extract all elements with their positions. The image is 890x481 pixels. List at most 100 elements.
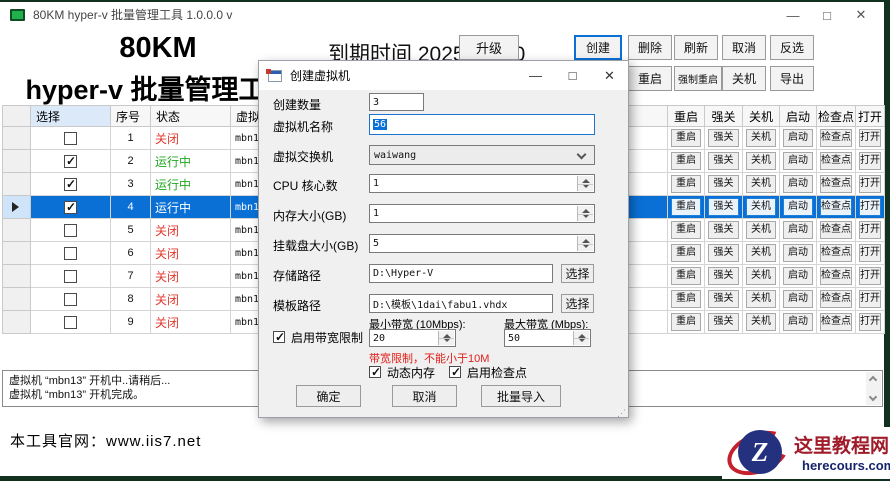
row-restart-button[interactable]: 重启 <box>671 198 701 216</box>
row-restart-button[interactable]: 重启 <box>671 129 701 147</box>
row-checkbox[interactable] <box>64 270 77 284</box>
row-force-off-button[interactable]: 强关 <box>708 152 739 170</box>
disk-stepper[interactable]: 5 <box>369 234 595 253</box>
row-header-cell[interactable] <box>2 218 31 242</box>
dynamic-memory-checkbox[interactable]: 动态内存 <box>369 365 435 380</box>
scroll-down-icon[interactable] <box>868 392 878 402</box>
row-open-button[interactable]: 打开 <box>859 175 881 193</box>
row-open-button[interactable]: 打开 <box>859 267 881 285</box>
row-open-button[interactable]: 打开 <box>859 129 881 147</box>
row-open-button[interactable]: 打开 <box>859 152 881 170</box>
cpu-stepper[interactable]: 1 <box>369 174 595 193</box>
row-force-off-button[interactable]: 强关 <box>708 129 739 147</box>
checkpoint-column-header[interactable]: 检查点 <box>816 105 856 127</box>
restart-button[interactable]: 重启 <box>628 66 672 91</box>
memory-stepper[interactable]: 1 <box>369 204 595 223</box>
row-header-cell[interactable] <box>2 241 31 265</box>
row-checkpoint-button[interactable]: 检查点 <box>820 244 852 262</box>
virtual-switch-select[interactable]: waiwang <box>369 145 595 165</box>
bandwidth-limit-checkbox[interactable]: 启用带宽限制 <box>273 330 363 345</box>
row-force-off-button[interactable]: 强关 <box>708 267 739 285</box>
status-column-header[interactable]: 状态 <box>150 105 231 127</box>
row-force-off-button[interactable]: 强关 <box>708 313 739 331</box>
row-open-button[interactable]: 打开 <box>859 244 881 262</box>
row-restart-button[interactable]: 重启 <box>671 152 701 170</box>
template-browse-button[interactable]: 选择 <box>561 294 594 313</box>
row-shutdown-button[interactable]: 关机 <box>746 175 776 193</box>
row-checkbox[interactable] <box>64 247 77 261</box>
row-start-button[interactable]: 启动 <box>783 129 813 147</box>
row-header-cell[interactable] <box>2 126 31 150</box>
template-path-input[interactable]: D:\模板\1dai\fabu1.vhdx <box>369 294 553 313</box>
row-restart-button[interactable]: 重启 <box>671 267 701 285</box>
invert-selection-button[interactable]: 反选 <box>770 35 814 60</box>
row-open-button[interactable]: 打开 <box>859 221 881 239</box>
disk-spinner-buttons[interactable] <box>577 236 593 251</box>
row-shutdown-button[interactable]: 关机 <box>746 129 776 147</box>
row-checkpoint-button[interactable]: 检查点 <box>820 152 852 170</box>
min-bandwidth-stepper[interactable]: 20 <box>369 329 456 347</box>
row-shutdown-button[interactable]: 关机 <box>746 290 776 308</box>
row-restart-button[interactable]: 重启 <box>671 313 701 331</box>
row-open-button[interactable]: 打开 <box>859 198 881 216</box>
enable-checkpoint-checkbox[interactable]: 启用检查点 <box>449 365 527 380</box>
row-checkbox[interactable] <box>64 132 77 146</box>
storage-browse-button[interactable]: 选择 <box>561 264 594 283</box>
shutdown-button[interactable]: 关机 <box>722 66 766 91</box>
dialog-maximize-icon[interactable]: □ <box>554 68 591 84</box>
refresh-button[interactable]: 刷新 <box>674 35 718 60</box>
row-checkpoint-button[interactable]: 检查点 <box>820 175 852 193</box>
shutdown-column-header[interactable]: 关机 <box>742 105 780 127</box>
row-open-button[interactable]: 打开 <box>859 290 881 308</box>
dialog-close-icon[interactable]: ✕ <box>591 68 628 84</box>
row-checkpoint-button[interactable]: 检查点 <box>820 129 852 147</box>
vm-name-input[interactable]: 56 <box>369 114 595 135</box>
row-header-cell[interactable] <box>2 195 31 219</box>
dialog-cancel-button[interactable]: 取消 <box>392 385 457 407</box>
row-header-cell[interactable] <box>2 264 31 288</box>
open-column-header[interactable]: 打开 <box>855 105 885 127</box>
row-shutdown-button[interactable]: 关机 <box>746 198 776 216</box>
row-start-button[interactable]: 启动 <box>783 290 813 308</box>
row-shutdown-button[interactable]: 关机 <box>746 244 776 262</box>
row-start-button[interactable]: 启动 <box>783 221 813 239</box>
row-force-off-button[interactable]: 强关 <box>708 244 739 262</box>
row-restart-button[interactable]: 重启 <box>671 221 701 239</box>
row-shutdown-button[interactable]: 关机 <box>746 221 776 239</box>
row-checkbox[interactable] <box>64 293 77 307</box>
batch-import-button[interactable]: 批量导入 <box>481 385 561 407</box>
row-restart-button[interactable]: 重启 <box>671 244 701 262</box>
index-column-header[interactable]: 序号 <box>110 105 151 127</box>
export-button[interactable]: 导出 <box>770 66 814 91</box>
row-checkpoint-button[interactable]: 检查点 <box>820 290 852 308</box>
max-bandwidth-stepper[interactable]: 50 <box>504 329 591 347</box>
row-checkbox[interactable] <box>64 200 77 215</box>
create-button[interactable]: 创建 <box>574 35 622 60</box>
row-checkpoint-button[interactable]: 检查点 <box>820 198 852 216</box>
row-checkpoint-button[interactable]: 检查点 <box>820 313 852 331</box>
status-scrollbar[interactable] <box>866 372 881 405</box>
resize-grip-icon[interactable]: ⋰ <box>617 408 626 419</box>
start-column-header[interactable]: 启动 <box>779 105 817 127</box>
select-column-header[interactable]: 选择 <box>30 105 111 127</box>
row-shutdown-button[interactable]: 关机 <box>746 313 776 331</box>
row-header-cell[interactable] <box>2 310 31 334</box>
row-header-cell[interactable] <box>2 172 31 196</box>
row-start-button[interactable]: 启动 <box>783 175 813 193</box>
cancel-button[interactable]: 取消 <box>722 35 766 60</box>
max-bandwidth-spinner-buttons[interactable] <box>573 331 589 345</box>
row-checkbox[interactable] <box>64 154 77 169</box>
row-open-button[interactable]: 打开 <box>859 313 881 331</box>
min-bandwidth-spinner-buttons[interactable] <box>438 331 454 345</box>
row-restart-button[interactable]: 重启 <box>671 290 701 308</box>
row-shutdown-button[interactable]: 关机 <box>746 267 776 285</box>
row-force-off-button[interactable]: 强关 <box>708 175 739 193</box>
row-checkbox[interactable] <box>64 224 77 238</box>
row-start-button[interactable]: 启动 <box>783 152 813 170</box>
row-start-button[interactable]: 启动 <box>783 198 813 216</box>
row-header-cell[interactable] <box>2 287 31 311</box>
restart-column-header[interactable]: 重启 <box>667 105 705 127</box>
maximize-icon[interactable]: □ <box>810 8 844 23</box>
cpu-spinner-buttons[interactable] <box>577 176 593 191</box>
row-shutdown-button[interactable]: 关机 <box>746 152 776 170</box>
